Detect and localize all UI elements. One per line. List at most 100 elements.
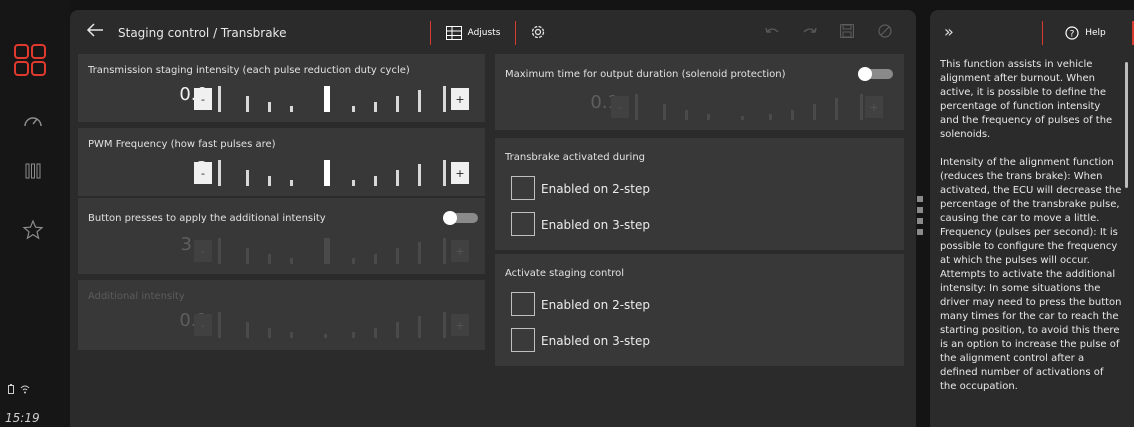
slider-tick bbox=[396, 248, 399, 264]
slider-tick bbox=[218, 312, 221, 338]
presses-decrease-button[interactable]: - bbox=[194, 240, 212, 262]
transbrake-2step-label: Enabled on 2-step bbox=[541, 182, 650, 196]
wifi-icon bbox=[20, 385, 30, 394]
pwm-card: PWM Frequency (how fast pulses are) 3 Hz… bbox=[78, 128, 485, 196]
presses-toggle[interactable] bbox=[443, 211, 478, 225]
slider-tick bbox=[835, 98, 838, 120]
intensity-card: Transmission staging intensity (each pul… bbox=[78, 54, 485, 122]
handle-dot bbox=[917, 196, 923, 202]
slider-tick bbox=[290, 106, 293, 112]
help-icon: ? bbox=[1065, 26, 1079, 40]
pwm-decrease-button[interactable]: - bbox=[194, 162, 212, 184]
max-time-slider[interactable] bbox=[635, 94, 863, 120]
status-bar bbox=[8, 384, 30, 394]
slider-tick bbox=[741, 116, 744, 120]
slider-tick bbox=[218, 238, 221, 264]
slider-tick bbox=[707, 114, 710, 120]
slider-tick bbox=[685, 110, 688, 120]
slider-tick bbox=[769, 114, 772, 120]
disable-icon[interactable] bbox=[878, 24, 892, 38]
gauge-icon[interactable] bbox=[22, 110, 44, 132]
pwm-increase-button[interactable]: + bbox=[451, 162, 469, 184]
bars-icon[interactable] bbox=[22, 160, 44, 182]
help-panel: » ? Help This function assists in vehicl… bbox=[930, 10, 1134, 427]
slider-tick bbox=[218, 86, 221, 112]
slider-tick bbox=[374, 328, 377, 338]
slider-tick bbox=[396, 96, 399, 112]
transbrake-card: Transbrake activated during Enabled on 2… bbox=[495, 138, 904, 250]
max-time-toggle[interactable] bbox=[858, 67, 893, 81]
slider-tick bbox=[443, 160, 446, 186]
help-button[interactable]: ? Help bbox=[1042, 21, 1128, 45]
slider-tick bbox=[352, 180, 355, 186]
additional-label: Additional intensity bbox=[88, 291, 185, 302]
slider-tick bbox=[352, 106, 355, 112]
slider-tick bbox=[396, 170, 399, 186]
presses-slider[interactable] bbox=[218, 238, 446, 264]
slider-tick bbox=[418, 242, 421, 264]
slider-tick bbox=[418, 90, 421, 112]
staging-3step-checkbox[interactable] bbox=[511, 328, 535, 352]
intensity-decrease-button[interactable]: - bbox=[194, 88, 212, 110]
presses-value: 3 bbox=[180, 234, 192, 255]
table-icon bbox=[445, 26, 462, 40]
slider-tick bbox=[443, 312, 446, 338]
intensity-slider[interactable] bbox=[218, 86, 446, 112]
presses-card: Button presses to apply the additional i… bbox=[78, 198, 485, 274]
gear-icon[interactable] bbox=[530, 24, 546, 40]
slider-tick bbox=[443, 238, 446, 264]
staging-card: Activate staging control Enabled on 2-st… bbox=[495, 254, 904, 366]
redo-icon[interactable] bbox=[802, 24, 818, 38]
slider-tick bbox=[268, 328, 271, 338]
transbrake-label: Transbrake activated during bbox=[505, 152, 646, 163]
max-time-increase-button[interactable]: + bbox=[865, 96, 883, 118]
top-bar: Staging control / Transbrake Adjusts bbox=[70, 10, 916, 52]
presses-increase-button[interactable]: + bbox=[451, 240, 469, 262]
help-text: This function assists in vehicle alignme… bbox=[940, 59, 1122, 392]
collapse-chevron-icon[interactable]: » bbox=[944, 22, 954, 41]
save-icon[interactable] bbox=[840, 24, 854, 38]
staging-3step-label: Enabled on 3-step bbox=[541, 334, 650, 348]
additional-card: Additional intensity 0.1 % - + bbox=[78, 280, 485, 350]
transbrake-3step-checkbox[interactable] bbox=[511, 212, 535, 236]
max-time-label: Maximum time for output duration (soleno… bbox=[505, 69, 786, 80]
slider-tick bbox=[635, 94, 638, 120]
main-panel: Staging control / Transbrake Adjusts Tra… bbox=[70, 10, 916, 427]
help-scrollbar[interactable] bbox=[1125, 62, 1128, 188]
grid-logo-icon[interactable] bbox=[14, 44, 46, 76]
clock: 15:19 bbox=[5, 411, 40, 425]
slider-tick bbox=[860, 94, 863, 120]
slider-tick bbox=[352, 258, 355, 264]
undo-icon[interactable] bbox=[764, 24, 780, 38]
staging-2step-checkbox[interactable] bbox=[511, 292, 535, 316]
slider-tick bbox=[268, 102, 271, 112]
presses-value-display: 3 bbox=[162, 236, 192, 254]
transbrake-2step-checkbox[interactable] bbox=[511, 176, 535, 200]
max-time-decrease-button[interactable]: - bbox=[611, 96, 629, 118]
intensity-increase-button[interactable]: + bbox=[451, 88, 469, 110]
slider-tick bbox=[324, 86, 330, 112]
slider-tick bbox=[290, 258, 293, 264]
slider-tick bbox=[218, 160, 221, 186]
star-icon[interactable] bbox=[22, 219, 44, 241]
handle-dot bbox=[917, 207, 923, 213]
adjusts-button[interactable]: Adjusts bbox=[430, 21, 516, 45]
slider-tick bbox=[813, 104, 816, 120]
staging-label: Activate staging control bbox=[505, 268, 625, 279]
slider-tick bbox=[374, 176, 377, 186]
slider-tick bbox=[268, 176, 271, 186]
slider-tick bbox=[290, 180, 293, 186]
additional-decrease-button[interactable]: - bbox=[194, 314, 212, 336]
staging-2step-label: Enabled on 2-step bbox=[541, 298, 650, 312]
slider-tick bbox=[324, 160, 330, 186]
back-arrow-icon[interactable] bbox=[86, 22, 104, 38]
presses-label: Button presses to apply the additional i… bbox=[88, 213, 326, 224]
slider-tick bbox=[418, 316, 421, 338]
pwm-label: PWM Frequency (how fast pulses are) bbox=[88, 139, 276, 150]
slider-tick bbox=[246, 170, 249, 186]
pwm-slider[interactable] bbox=[218, 160, 446, 186]
additional-increase-button[interactable]: + bbox=[451, 314, 469, 336]
panel-drag-handle[interactable] bbox=[917, 196, 925, 240]
additional-slider[interactable] bbox=[218, 312, 446, 338]
max-time-card: Maximum time for output duration (soleno… bbox=[495, 54, 904, 130]
